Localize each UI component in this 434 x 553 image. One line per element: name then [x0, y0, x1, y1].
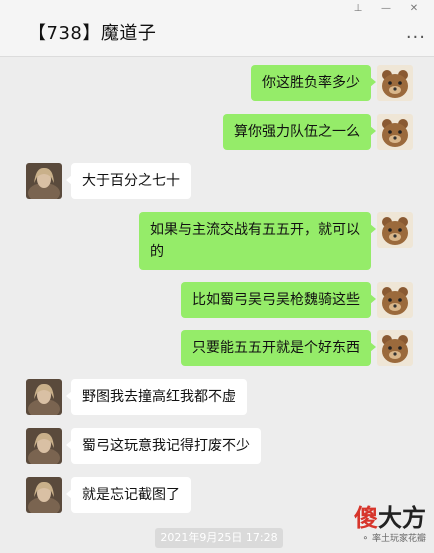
portrait-avatar-icon	[26, 379, 62, 415]
message-bubble-outgoing[interactable]: 只要能五五开就是个好东西	[181, 330, 376, 366]
contact-avatar[interactable]	[26, 379, 62, 415]
message-bubble-outgoing[interactable]: 你这胜负率多少	[251, 65, 376, 101]
window-controls: ⊥ — ✕	[344, 2, 428, 16]
message-bubble-outgoing[interactable]: 如果与主流交战有五五开，就可以的	[139, 212, 376, 270]
contact-avatar[interactable]	[26, 477, 62, 513]
message-bubble-incoming[interactable]: 大于百分之七十	[66, 163, 191, 199]
timestamp-badge: 2021年9月25日 17:28	[155, 528, 283, 548]
watermark-brand-black: 大方	[378, 503, 426, 532]
watermark-brand-red: 傻	[354, 503, 378, 532]
pin-icon[interactable]: ⊥	[344, 2, 372, 16]
bear-avatar-icon	[377, 282, 413, 318]
self-avatar[interactable]	[377, 330, 413, 366]
watermark: 傻大方 ⚬ 率土玩家花瓣	[354, 498, 426, 544]
watermark-subtitle: ⚬ 率土玩家花瓣	[354, 531, 426, 544]
message-bubble-outgoing[interactable]: 算你强力队伍之一么	[223, 114, 376, 150]
portrait-avatar-icon	[26, 477, 62, 513]
message-bubble-outgoing[interactable]: 比如蜀弓吴弓吴枪魏骑这些	[181, 282, 376, 318]
portrait-avatar-icon	[26, 428, 62, 464]
self-avatar[interactable]	[377, 65, 413, 101]
self-avatar[interactable]	[377, 282, 413, 318]
portrait-avatar-icon	[26, 163, 62, 199]
message-bubble-incoming[interactable]: 蜀弓这玩意我记得打废不少	[66, 428, 261, 464]
bear-avatar-icon	[377, 65, 413, 101]
message-bubble-incoming[interactable]: 野图我去撞高红我都不虚	[66, 379, 247, 415]
message-bubble-incoming[interactable]: 就是忘记截图了	[66, 477, 191, 513]
bear-avatar-icon	[377, 114, 413, 150]
watermark-subtitle-text: 率土玩家花瓣	[371, 534, 426, 544]
more-options-icon[interactable]: ···	[406, 27, 426, 48]
watermark-brand: 傻大方	[354, 498, 426, 533]
wechat-icon: ⚬	[361, 534, 370, 544]
chat-title: 【738】魔道子	[28, 23, 157, 44]
self-avatar[interactable]	[377, 212, 413, 248]
bear-avatar-icon	[377, 330, 413, 366]
contact-avatar[interactable]	[26, 163, 62, 199]
bear-avatar-icon	[377, 212, 413, 248]
contact-avatar[interactable]	[26, 428, 62, 464]
chat-header: 【738】魔道子 ⊥ — ✕ ···	[0, 0, 434, 57]
minimize-icon[interactable]: —	[372, 2, 400, 16]
self-avatar[interactable]	[377, 114, 413, 150]
close-icon[interactable]: ✕	[400, 2, 428, 16]
